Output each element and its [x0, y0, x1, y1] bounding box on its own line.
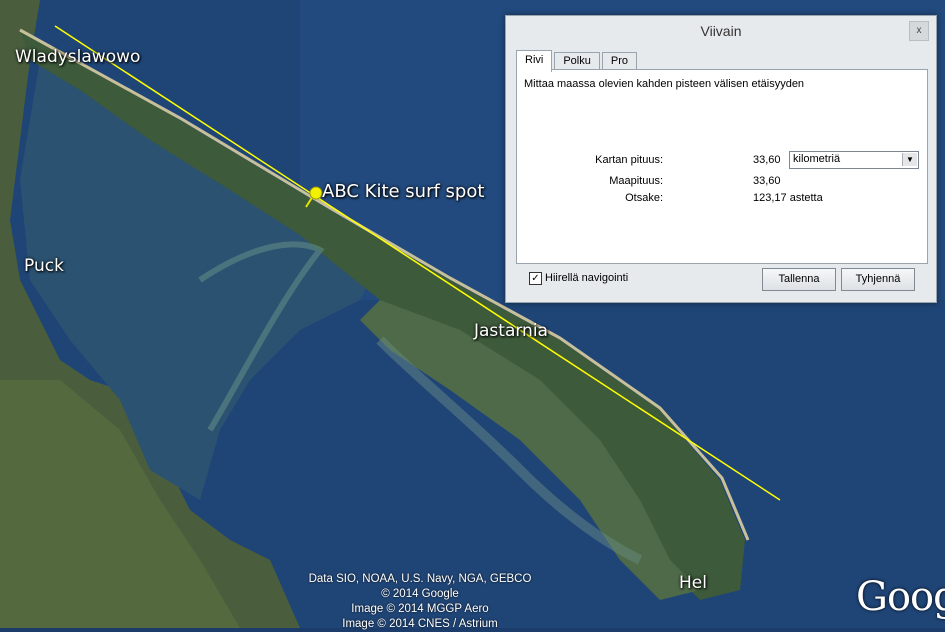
- ruler-dialog: Viivain x Rivi Polku Pro Mittaa maassa o…: [505, 15, 937, 303]
- close-button[interactable]: x: [909, 21, 929, 41]
- mouse-navigation-label[interactable]: Hiirellä navigointi: [545, 272, 628, 284]
- save-button[interactable]: Tallenna: [762, 268, 836, 291]
- description-text: Mittaa maassa olevien kahden pisteen väl…: [524, 78, 805, 90]
- map-attribution: Data SIO, NOAA, U.S. Navy, NGA, GEBCO © …: [300, 572, 540, 632]
- dialog-footer: ✓ Hiirellä navigointi Tallenna Tyhjennä: [516, 264, 926, 296]
- attribution-line: Image © 2014 MGGP Aero: [351, 603, 489, 615]
- place-label-puck[interactable]: Puck: [24, 256, 64, 276]
- chevron-down-icon[interactable]: ▼: [902, 153, 917, 166]
- attribution-line: Image © 2014 CNES / Astrium: [342, 618, 498, 630]
- place-label-jastarnia[interactable]: Jastarnia: [474, 321, 548, 341]
- attribution-line: Data SIO, NOAA, U.S. Navy, NGA, GEBCO: [308, 573, 532, 585]
- google-logo: Goog: [856, 574, 945, 620]
- unit-select-value: kilometriä: [793, 153, 841, 165]
- mouse-navigation-checkbox[interactable]: ✓: [529, 272, 542, 285]
- clear-button[interactable]: Tyhjennä: [841, 268, 915, 291]
- heading-value: 123,17 astetta: [753, 192, 823, 204]
- dialog-title: Viivain: [700, 23, 742, 39]
- heading-label: Otsake:: [625, 192, 663, 204]
- map-length-value: 33,60: [753, 154, 781, 166]
- ground-length-value: 33,60: [753, 175, 781, 187]
- tab-bar: Rivi Polku Pro: [516, 50, 639, 72]
- unit-select[interactable]: kilometriä ▼: [789, 151, 919, 169]
- ground-length-label: Maapituus:: [609, 175, 663, 187]
- place-label-wladyslawowo[interactable]: Wladyslawowo: [15, 47, 140, 67]
- place-label-hel[interactable]: Hel: [679, 573, 707, 593]
- map-length-label: Kartan pituus:: [595, 154, 663, 166]
- placemark-label[interactable]: ABC Kite surf spot: [322, 181, 484, 202]
- tab-line[interactable]: Rivi: [516, 50, 553, 72]
- attribution-line: © 2014 Google: [381, 588, 459, 600]
- tab-panel: Mittaa maassa olevien kahden pisteen väl…: [516, 69, 928, 264]
- dialog-titlebar[interactable]: Viivain x: [506, 16, 936, 46]
